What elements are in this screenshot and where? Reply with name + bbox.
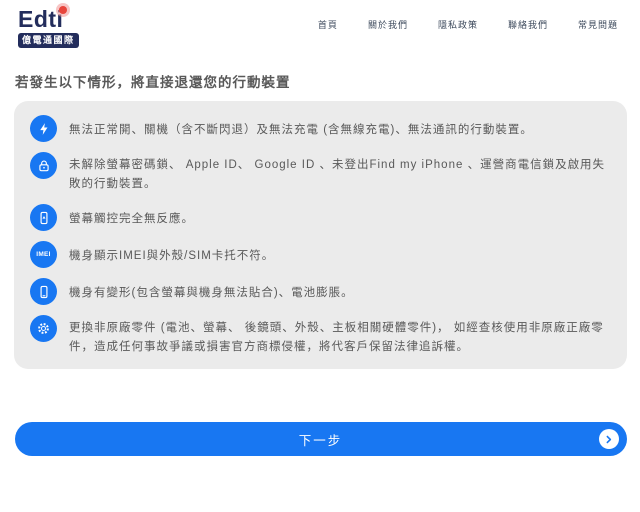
imei-icon: IMEI xyxy=(30,241,57,268)
list-item-text: 螢幕觸控完全無反應。 xyxy=(69,204,194,229)
list-item-text: 無法正常開、關機（含不斷閃退）及無法充電 (含無線充電)、無法通訊的行動裝置。 xyxy=(69,115,533,140)
brand-logo-subtitle: 億電通國際 xyxy=(18,33,79,48)
list-item-text: 更換非原廠零件 (電池、螢幕、 後鏡頭、外殼、主板相關硬體零件)， 如經查核使用… xyxy=(69,315,611,357)
brand-logo-text: Edti xyxy=(18,7,63,31)
list-item: 無法正常開、關機（含不斷閃退）及無法充電 (含無線充電)、無法通訊的行動裝置。 xyxy=(30,115,611,142)
next-step-button-label: 下一步 xyxy=(299,434,343,448)
list-item: 螢幕觸控完全無反應。 xyxy=(30,204,611,231)
chevron-right-icon xyxy=(599,429,619,449)
main-content: 若發生以下情形，將直接退還您的行動裝置 無法正常開、關機（含不斷閃退）及無法充電… xyxy=(0,71,640,456)
imei-icon-label: IMEI xyxy=(36,251,51,258)
brand-logo[interactable]: Edti 億電通國際 xyxy=(18,7,79,48)
nav-item-about[interactable]: 關於我們 xyxy=(368,18,408,31)
logo-dot-icon xyxy=(59,6,67,14)
list-item: 未解除螢幕密碼鎖、 Apple ID、 Google ID 、未登出Find m… xyxy=(30,152,611,194)
page-title: 若發生以下情形，將直接退還您的行動裝置 xyxy=(15,71,626,91)
list-item-text: 未解除螢幕密碼鎖、 Apple ID、 Google ID 、未登出Find m… xyxy=(69,152,611,194)
list-item: 更換非原廠零件 (電池、螢幕、 後鏡頭、外殼、主板相關硬體零件)， 如經查核使用… xyxy=(30,315,611,357)
list-item: 機身有變形(包含螢幕與機身無法貼合)、電池膨脹。 xyxy=(30,278,611,305)
gear-icon xyxy=(30,315,57,342)
nav-item-contact[interactable]: 聯絡我們 xyxy=(508,18,548,31)
nav-item-faq[interactable]: 常見問題 xyxy=(578,18,618,31)
top-nav: 首頁 關於我們 隱私政策 聯絡我們 常見問題 xyxy=(318,18,618,31)
nav-item-home[interactable]: 首頁 xyxy=(318,18,338,31)
brand-logo-wordmark: Edti xyxy=(18,6,63,32)
nav-item-privacy[interactable]: 隱私政策 xyxy=(438,18,478,31)
list-item-text: 機身顯示IMEI與外殼/SIM卡托不符。 xyxy=(69,241,274,266)
next-step-button[interactable]: 下一步 xyxy=(15,422,627,456)
list-item: IMEI 機身顯示IMEI與外殼/SIM卡托不符。 xyxy=(30,241,611,268)
header: Edti 億電通國際 首頁 關於我們 隱私政策 聯絡我們 常見問題 xyxy=(0,0,640,48)
touch-screen-icon xyxy=(30,204,57,231)
lightning-icon xyxy=(30,115,57,142)
lock-icon xyxy=(30,152,57,179)
conditions-panel: 無法正常開、關機（含不斷閃退）及無法充電 (含無線充電)、無法通訊的行動裝置。 … xyxy=(14,101,627,369)
list-item-text: 機身有變形(包含螢幕與機身無法貼合)、電池膨脹。 xyxy=(69,278,354,303)
phone-icon xyxy=(30,278,57,305)
